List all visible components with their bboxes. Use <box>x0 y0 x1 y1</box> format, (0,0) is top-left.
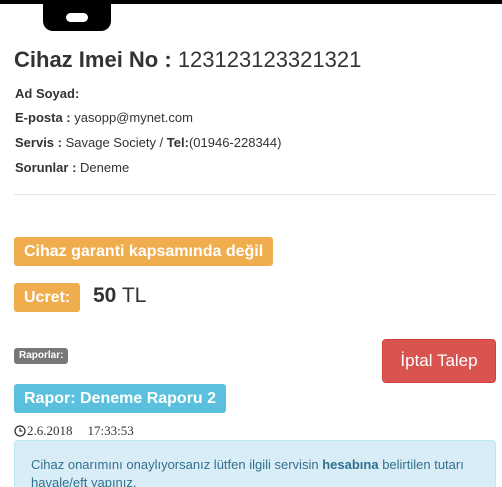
imei-label: Cihaz Imei No : <box>14 47 172 72</box>
imei-value: 123123123321321 <box>177 47 362 72</box>
payment-info-alert: Cihaz onarımını onaylıyorsanız lütfen il… <box>14 440 496 487</box>
owner-label: Ad Soyad: <box>15 86 80 101</box>
reports-label: Raporlar: <box>14 348 69 364</box>
alert-text-bold: hesabına <box>322 457 379 472</box>
tel-label: Tel: <box>166 135 189 150</box>
report-title-badge: Rapor: Deneme Raporu 2 <box>14 384 227 413</box>
issues-row: Sorunlar : Deneme <box>15 160 129 175</box>
report-date: 2.6.2018 <box>27 423 73 438</box>
device-imei-heading: Cihaz Imei No : 123123123321321 <box>14 47 361 73</box>
tel-value: (01946-228344) <box>188 135 282 150</box>
owner-row: Ad Soyad: <box>15 86 79 101</box>
fee-currency: TL <box>121 284 147 307</box>
mobile-phone-icon <box>43 0 111 31</box>
report-time: 17:33:53 <box>87 423 134 438</box>
clock-icon <box>14 425 26 437</box>
service-row: Servis : Savage Society / Tel:(01946-228… <box>15 135 281 150</box>
cancel-request-button[interactable]: İptal Talep <box>382 339 496 383</box>
fee-label-badge: Ucret: <box>14 283 81 312</box>
report-datetime: 2.6.2018 17:33:53 <box>14 423 134 439</box>
service-value: Savage Society / <box>65 135 164 150</box>
alert-text-start: Cihaz onarımını onaylıyorsanız lütfen il… <box>31 457 319 472</box>
warranty-status-badge: Cihaz garanti kapsamında değil <box>14 237 274 266</box>
section-divider <box>14 194 496 195</box>
issues-value: Deneme <box>80 160 130 175</box>
email-row: E-posta : yasopp@mynet.com <box>15 110 193 125</box>
email-label: E-posta : <box>15 110 71 125</box>
service-label: Servis : <box>15 135 62 150</box>
issues-label: Sorunlar : <box>15 160 77 175</box>
fee-amount: 50 <box>93 284 117 307</box>
email-value: yasopp@mynet.com <box>74 110 193 125</box>
fee-value: 50 TL <box>93 283 146 309</box>
